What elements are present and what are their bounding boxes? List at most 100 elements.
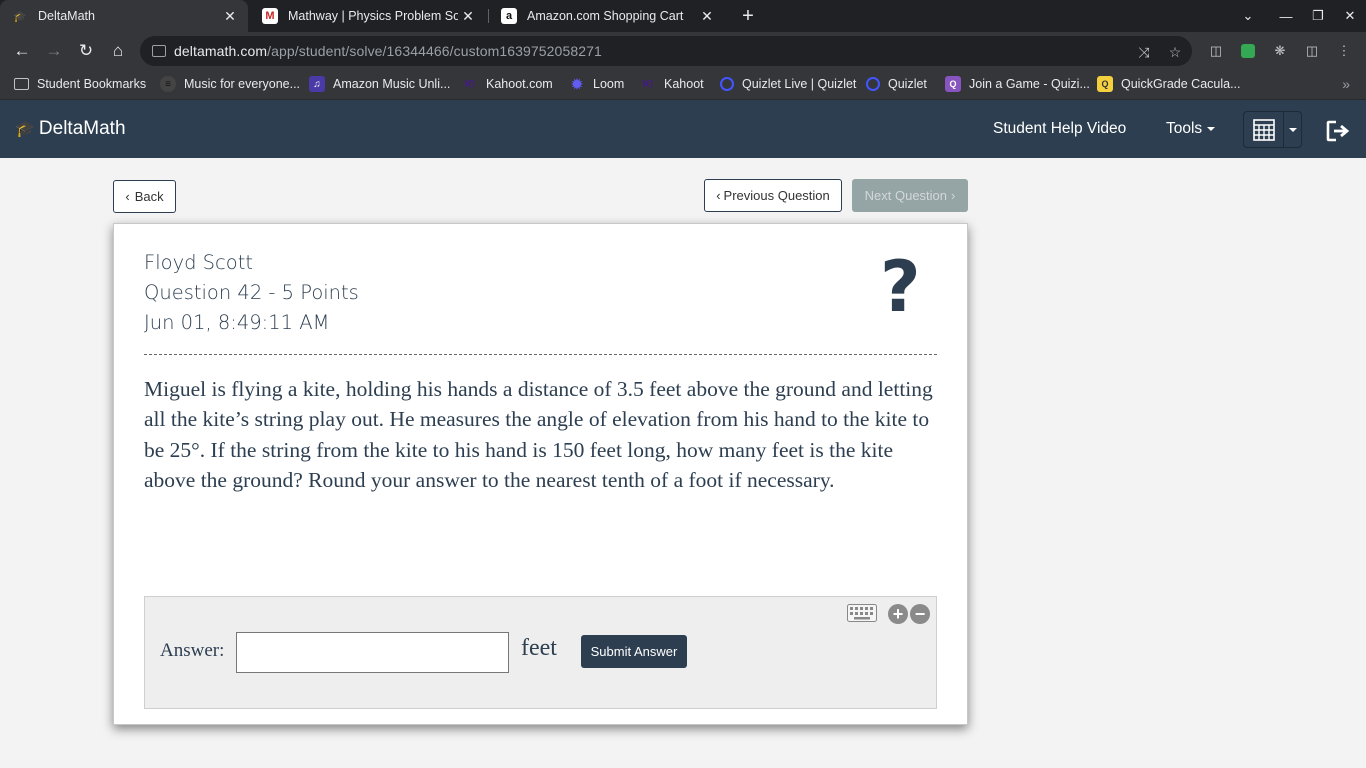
folder-icon — [14, 78, 29, 90]
submit-answer-button[interactable]: Submit Answer — [581, 635, 687, 668]
tools-dropdown[interactable]: Tools — [1166, 120, 1216, 138]
kahoot-icon: K! — [464, 78, 476, 90]
problem-text: Miguel is flying a kite, holding his han… — [144, 377, 933, 492]
logout-icon[interactable] — [1326, 120, 1350, 142]
mathway-m-icon: M — [262, 8, 278, 24]
answer-unit: feet — [521, 635, 557, 661]
site-info-icon[interactable] — [152, 45, 166, 57]
bookmark-label: Kahoot.com — [486, 77, 553, 91]
student-name: Floyd Scott — [144, 251, 254, 274]
kahoot-icon: K! — [642, 78, 654, 90]
extension-green-fill — [1241, 44, 1255, 58]
close-tab-icon[interactable]: ✕ — [697, 6, 717, 26]
answer-label: Answer: — [160, 640, 225, 661]
divider — [144, 354, 937, 355]
reload-icon[interactable]: ↻ — [73, 38, 99, 64]
bookmark-item[interactable]: Q Join a Game - Quizi... — [945, 70, 1090, 98]
answer-input[interactable] — [236, 632, 509, 673]
back-button[interactable]: ‹ Back — [113, 180, 176, 213]
chevron-left-icon: ‹ — [716, 188, 721, 203]
close-tab-icon[interactable]: ✕ — [458, 6, 478, 26]
bookmark-label: Music for everyone... — [184, 77, 301, 91]
question-timestamp: Jun 01, 8:49:11 AM — [144, 311, 330, 334]
forward-arrow-icon[interactable]: → — [41, 38, 67, 64]
quizlet-icon — [866, 77, 880, 91]
zoom-in-plus-icon[interactable]: + — [888, 604, 908, 624]
quickgrade-icon: Q — [1097, 76, 1113, 92]
bookmark-label: Amazon Music Unli... — [333, 77, 451, 91]
brand-name: DeltaMath — [38, 118, 126, 139]
extension-green-icon[interactable] — [1239, 42, 1257, 60]
graduation-cap-icon: 🎓 — [15, 121, 35, 138]
bookmark-star-icon[interactable]: ☆ — [1166, 43, 1184, 61]
home-icon[interactable]: ⌂ — [105, 38, 131, 64]
restore-icon[interactable]: ❐ — [1302, 0, 1334, 32]
bookmark-label: Student Bookmarks — [37, 77, 147, 91]
more-bookmarks-icon[interactable]: » — [1342, 76, 1350, 92]
close-tab-icon[interactable]: ✕ — [220, 6, 240, 26]
tab-mathway[interactable]: M Mathway | Physics Problem Solv ✕ — [250, 0, 486, 32]
loom-icon: ✹ — [571, 75, 583, 92]
previous-label: Previous Question — [723, 188, 830, 203]
bookmark-label: QuickGrade Cacula... — [1121, 77, 1241, 91]
question-meta: Floyd Scott Question 42 - 5 Points Jun 0… — [144, 248, 359, 338]
chrome-menu-icon[interactable]: ⋮ — [1335, 42, 1353, 60]
tab-amazon[interactable]: a Amazon.com Shopping Cart ✕ — [489, 0, 725, 32]
url-host: deltamath.com — [174, 43, 268, 59]
bookmark-item[interactable]: ♫ Amazon Music Unli... — [309, 70, 450, 98]
new-tab-button[interactable]: + — [736, 4, 760, 28]
bookmark-item[interactable]: Quizlet Live | Quizlet — [720, 70, 856, 98]
bookmark-label: Quizlet — [888, 77, 927, 91]
deltamath-navbar: 🎓 DeltaMath Student Help Video Tools — [0, 100, 1366, 158]
student-help-video-link[interactable]: Student Help Video — [993, 120, 1126, 138]
address-bar[interactable]: deltamath.com/app/student/solve/16344466… — [140, 36, 1192, 66]
calculator-button[interactable] — [1244, 112, 1285, 147]
browser-tab-strip: 🎓 DeltaMath ✕ M Mathway | Physics Proble… — [0, 0, 1366, 32]
tools-label: Tools — [1166, 120, 1203, 137]
question-header: Question 42 - 5 Points — [144, 281, 359, 304]
next-label: Next Question — [864, 188, 948, 203]
calculator-dropdown-toggle[interactable] — [1284, 112, 1301, 147]
side-panel-icon[interactable]: ◫ — [1303, 42, 1321, 60]
share-icon[interactable]: ⤨ — [1135, 43, 1153, 61]
extension-icon[interactable]: ◫ — [1207, 42, 1225, 60]
tab-title: Amazon.com Shopping Cart — [527, 9, 684, 23]
tab-deltamath[interactable]: 🎓 DeltaMath ✕ — [0, 0, 248, 32]
calculator-icon — [1252, 118, 1275, 141]
tab-search-chevron-icon[interactable]: ⌄ — [1232, 0, 1264, 32]
bookmark-item[interactable]: Q QuickGrade Cacula... — [1097, 70, 1241, 98]
window-close-icon[interactable]: ✕ — [1334, 0, 1366, 32]
bookmark-item[interactable]: ✹ Loom — [569, 70, 624, 98]
help-question-icon[interactable]: ? — [880, 252, 921, 322]
bookmarks-bar: Student Bookmarks ≡ Music for everyone..… — [0, 70, 1366, 100]
quizlet-icon — [720, 77, 734, 91]
calculator-button-group — [1243, 111, 1302, 148]
bookmark-label: Kahoot — [664, 77, 704, 91]
caret-down-icon — [1288, 127, 1297, 132]
bookmark-item[interactable]: K! Kahoot.com — [462, 70, 553, 98]
chevron-right-icon: › — [951, 188, 956, 203]
quizizz-icon: Q — [945, 76, 961, 92]
bookmark-item[interactable]: Quizlet — [866, 70, 927, 98]
amazon-a-icon: a — [501, 8, 517, 24]
bookmark-item[interactable]: K! Kahoot — [640, 70, 704, 98]
puzzle-icon[interactable]: ❋ — [1271, 42, 1289, 60]
next-question-button[interactable]: Next Question › — [852, 179, 968, 212]
bookmark-item[interactable]: Student Bookmarks — [14, 70, 146, 98]
url-text: deltamath.com/app/student/solve/16344466… — [174, 43, 602, 59]
tab-title: DeltaMath — [38, 9, 95, 23]
chevron-left-icon: ‹ — [125, 189, 130, 204]
deltamath-logo[interactable]: 🎓 DeltaMath — [15, 118, 126, 140]
url-path: /app/student/solve/16344466/custom163975… — [267, 43, 602, 59]
back-arrow-icon[interactable]: ← — [9, 38, 35, 64]
zoom-out-minus-icon[interactable]: − — [910, 604, 930, 624]
spotify-icon: ≡ — [160, 76, 176, 92]
question-card: Floyd Scott Question 42 - 5 Points Jun 0… — [113, 223, 968, 725]
keyboard-icon[interactable] — [847, 604, 877, 622]
answer-panel: + − Answer: feet Submit Answer — [144, 596, 937, 709]
minimize-icon[interactable]: — — [1270, 0, 1302, 32]
bookmark-item[interactable]: ≡ Music for everyone... — [160, 70, 300, 98]
previous-question-button[interactable]: ‹ Previous Question — [704, 179, 842, 212]
browser-toolbar: ← → ↻ ⌂ deltamath.com/app/student/solve/… — [0, 32, 1366, 70]
caret-down-icon — [1207, 126, 1216, 131]
